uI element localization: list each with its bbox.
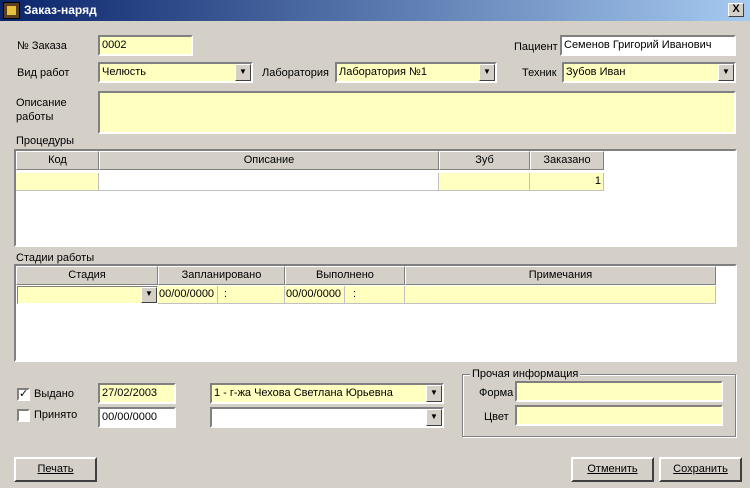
issued-checkbox[interactable]: ✓	[17, 388, 30, 401]
done-date-cell[interactable]: 00/00/0000	[285, 286, 345, 304]
done-time-cell[interactable]: :	[345, 286, 405, 304]
order-number-field[interactable]: 0002	[98, 35, 193, 56]
procedures-label: Процедуры	[16, 135, 75, 147]
work-type-label: Вид работ	[17, 67, 70, 79]
technician-value: Зубов Иван	[566, 66, 626, 78]
chevron-down-icon[interactable]: ▼	[141, 287, 157, 303]
cancel-button-label: Отменить	[587, 463, 638, 475]
accepted-person-combo[interactable]: ▼	[210, 407, 444, 428]
window-title: Заказ-наряд	[24, 3, 97, 17]
chevron-down-icon[interactable]: ▼	[426, 385, 442, 402]
procedures-col-tooth[interactable]: Зуб	[439, 151, 530, 170]
stage-combo[interactable]: ▼	[17, 286, 158, 304]
close-button[interactable]: X	[728, 3, 744, 17]
issued-label: Выдано	[34, 388, 74, 400]
print-button-label: Печать	[37, 463, 74, 475]
chevron-down-icon[interactable]: ▼	[718, 64, 734, 81]
form-field[interactable]	[515, 381, 723, 402]
planned-time-cell[interactable]: :	[218, 286, 285, 304]
title-bar[interactable]: Заказ-наряд X	[0, 0, 750, 21]
procedure-ordered-cell[interactable]: 1	[530, 173, 604, 191]
app-icon	[3, 2, 20, 19]
procedure-code-cell[interactable]	[16, 173, 99, 191]
stages-label: Стадии работы	[16, 252, 95, 264]
stages-col-notes[interactable]: Примечания	[405, 266, 716, 285]
patient-label: Пациент	[514, 41, 558, 53]
other-info-title: Прочая информация	[470, 368, 581, 380]
procedures-col-code[interactable]: Код	[16, 151, 99, 170]
technician-label: Техник	[522, 67, 557, 79]
issued-date-field[interactable]: 27/02/2003	[98, 383, 176, 404]
procedure-description-cell[interactable]	[99, 173, 439, 191]
chevron-down-icon[interactable]: ▼	[479, 64, 495, 81]
save-button-label: Сохранить	[673, 463, 728, 475]
color-field[interactable]	[515, 405, 723, 426]
accepted-date-field[interactable]: 00/00/0000	[98, 407, 176, 428]
laboratory-label: Лаборатория	[262, 67, 329, 79]
description-field[interactable]	[98, 91, 736, 134]
accepted-label: Принято	[34, 409, 78, 421]
cancel-button[interactable]: Отменить	[571, 457, 654, 482]
work-type-value: Челюсть	[102, 66, 147, 78]
description-label: Описание работы	[16, 97, 67, 123]
procedures-col-description[interactable]: Описание	[99, 151, 439, 170]
form-label: Форма	[479, 387, 514, 399]
stages-col-done[interactable]: Выполнено	[285, 266, 405, 285]
laboratory-value: Лаборатория №1	[339, 66, 427, 78]
technician-combo[interactable]: Зубов Иван ▼	[562, 62, 736, 83]
work-type-combo[interactable]: Челюсть ▼	[98, 62, 253, 83]
order-number-label: № Заказа	[17, 40, 67, 52]
procedure-tooth-cell[interactable]	[439, 173, 530, 191]
accepted-checkbox[interactable]	[17, 409, 30, 422]
stages-col-planned[interactable]: Запланировано	[158, 266, 285, 285]
patient-field[interactable]: Семенов Григорий Иванович	[560, 35, 736, 56]
print-button[interactable]: Печать	[14, 457, 97, 482]
chevron-down-icon[interactable]: ▼	[426, 409, 442, 426]
save-button[interactable]: Сохранить	[659, 457, 742, 482]
planned-date-cell[interactable]: 00/00/0000	[158, 286, 218, 304]
stage-notes-cell[interactable]	[405, 286, 716, 304]
stages-table: Стадия Запланировано Выполнено Примечани…	[14, 264, 737, 362]
issued-person-value: 1 - г-жа Чехова Светлана Юрьевна	[214, 387, 393, 399]
laboratory-combo[interactable]: Лаборатория №1 ▼	[335, 62, 497, 83]
procedures-col-ordered[interactable]: Заказано	[530, 151, 604, 170]
procedures-table: Код Описание Зуб Заказано 1	[14, 149, 737, 247]
color-label: Цвет	[484, 411, 509, 423]
stages-col-stage[interactable]: Стадия	[16, 266, 158, 285]
chevron-down-icon[interactable]: ▼	[235, 64, 251, 81]
issued-person-combo[interactable]: 1 - г-жа Чехова Светлана Юрьевна ▼	[210, 383, 444, 404]
